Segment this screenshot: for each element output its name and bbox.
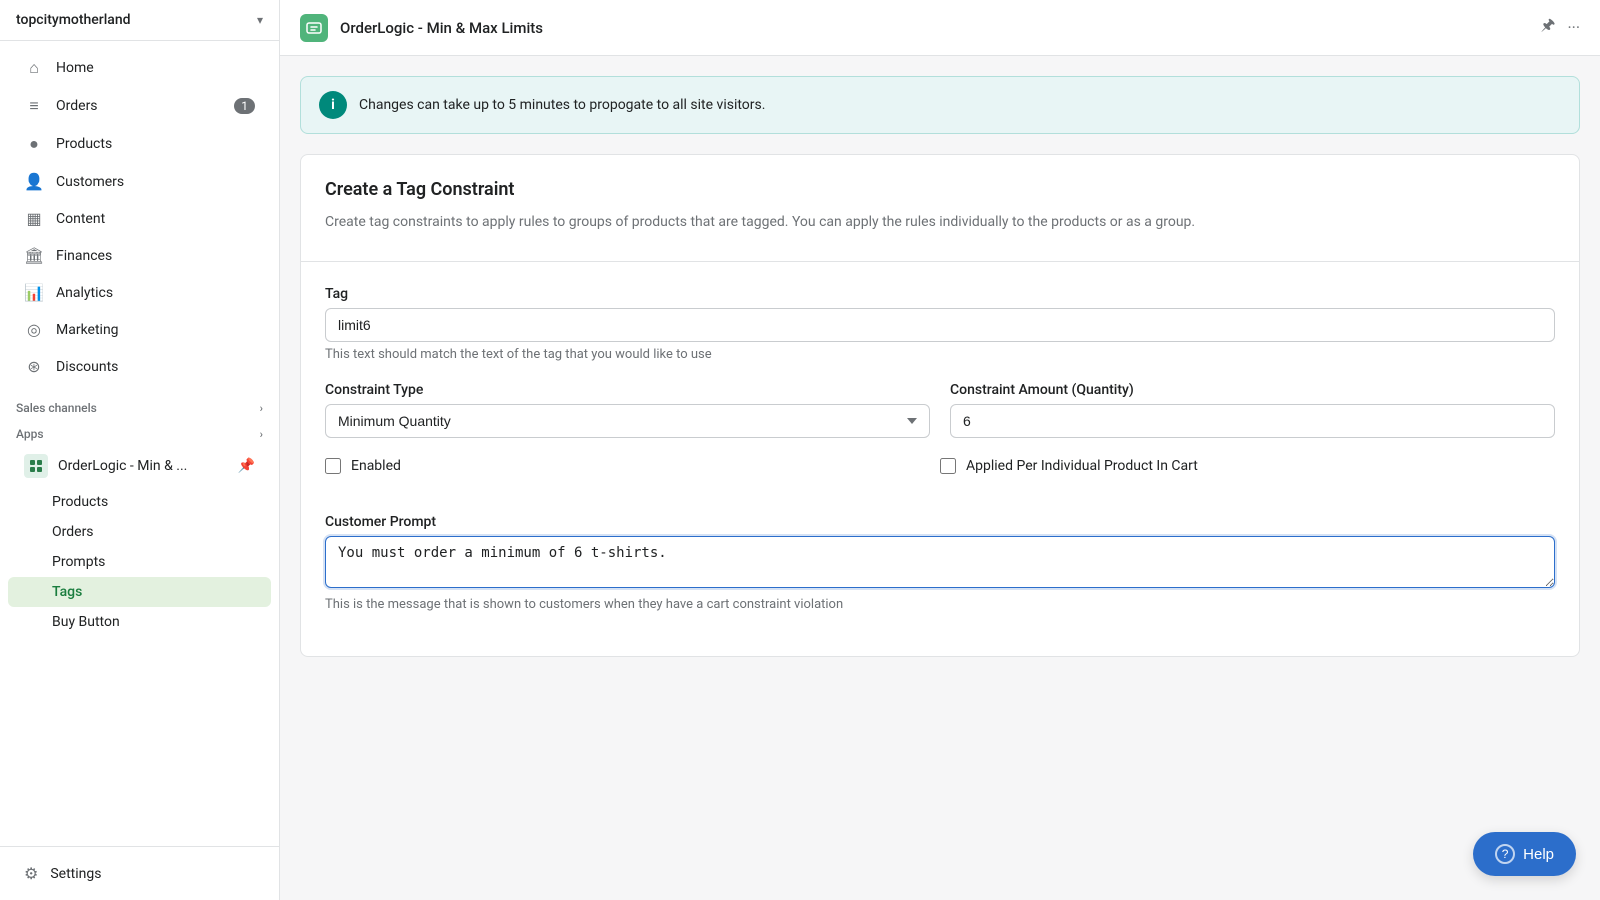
sales-channels-section[interactable]: Sales channels › xyxy=(0,393,279,419)
constraint-type-select[interactable]: Minimum Quantity Maximum Quantity xyxy=(325,404,930,438)
applied-per-product-checkbox-row: Applied Per Individual Product In Cart xyxy=(940,458,1555,474)
sidebar-item-home-label: Home xyxy=(56,60,94,76)
apps-label: Apps xyxy=(16,427,44,441)
sidebar-item-home[interactable]: ⌂ Home xyxy=(8,49,271,87)
orders-icon: ≡ xyxy=(24,96,44,116)
sidebar-item-settings-label: Settings xyxy=(50,866,101,882)
sub-nav-tags-label: Tags xyxy=(52,584,82,600)
app-orderlogic-item[interactable]: OrderLogic - Min & ... 📌 xyxy=(8,445,271,487)
create-tag-constraint-card: Create a Tag Constraint Create tag const… xyxy=(300,154,1580,657)
sidebar-item-settings[interactable]: ⚙ Settings xyxy=(8,855,271,892)
topbar-actions: 🖈 ··· xyxy=(1541,14,1580,41)
sidebar-item-finances-label: Finances xyxy=(56,248,112,264)
help-button[interactable]: ? Help xyxy=(1473,832,1576,876)
sub-nav-tags[interactable]: Tags xyxy=(8,577,271,607)
app-pin-icon: 📌 xyxy=(238,458,255,474)
settings-icon: ⚙ xyxy=(24,864,38,883)
alert-banner: i Changes can take up to 5 minutes to pr… xyxy=(300,76,1580,134)
applied-per-product-checkbox[interactable] xyxy=(940,458,956,474)
constraint-type-label: Constraint Type xyxy=(325,382,930,398)
sidebar-item-content-label: Content xyxy=(56,211,105,227)
content-area: i Changes can take up to 5 minutes to pr… xyxy=(280,56,1600,900)
alert-info-icon: i xyxy=(319,91,347,119)
sidebar-item-content[interactable]: ▦ Content xyxy=(8,200,271,237)
applied-per-product-label[interactable]: Applied Per Individual Product In Cart xyxy=(966,458,1198,474)
constraint-amount-label: Constraint Amount (Quantity) xyxy=(950,382,1555,398)
tag-hint: This text should match the text of the t… xyxy=(325,347,1555,362)
sub-nav-buy-button-label: Buy Button xyxy=(52,614,120,630)
sidebar-item-analytics[interactable]: 📊 Analytics xyxy=(8,274,271,311)
constraint-amount-input[interactable] xyxy=(950,404,1555,438)
app-name-label: OrderLogic - Min & ... xyxy=(58,458,187,474)
marketing-icon: ◎ xyxy=(24,320,44,339)
tag-label: Tag xyxy=(325,286,1555,302)
store-selector[interactable]: topcitymotherland ▾ xyxy=(0,0,279,41)
sidebar-item-products[interactable]: ● Products xyxy=(8,125,271,163)
sub-nav-orders[interactable]: Orders xyxy=(8,517,271,547)
sidebar-item-orders[interactable]: ≡ Orders 1 xyxy=(8,87,271,125)
sidebar-item-marketing[interactable]: ◎ Marketing xyxy=(8,311,271,348)
home-icon: ⌂ xyxy=(24,58,44,78)
sub-nav-orders-label: Orders xyxy=(52,524,94,540)
card-description: Create tag constraints to apply rules to… xyxy=(325,212,1555,233)
sidebar-item-discounts-label: Discounts xyxy=(56,359,118,375)
products-icon: ● xyxy=(24,134,44,154)
enabled-checkbox[interactable] xyxy=(325,458,341,474)
finances-icon: 🏛 xyxy=(24,246,44,265)
sub-nav-prompts-label: Prompts xyxy=(52,554,105,570)
constraint-row: Constraint Type Minimum Quantity Maximum… xyxy=(325,382,1555,458)
customer-prompt-label: Customer Prompt xyxy=(325,514,1555,530)
customer-prompt-hint: This is the message that is shown to cus… xyxy=(325,597,1555,612)
main-area: OrderLogic - Min & Max Limits 🖈 ··· i Ch… xyxy=(280,0,1600,900)
topbar-app-icon xyxy=(300,14,328,42)
apps-chevron-icon: › xyxy=(260,428,263,441)
constraint-type-group: Constraint Type Minimum Quantity Maximum… xyxy=(325,382,930,438)
sub-nav-prompts[interactable]: Prompts xyxy=(8,547,271,577)
sidebar-item-customers[interactable]: 👤 Customers xyxy=(8,163,271,200)
sidebar-item-orders-label: Orders xyxy=(56,98,98,114)
help-button-label: Help xyxy=(1523,846,1554,863)
sidebar-item-finances[interactable]: 🏛 Finances xyxy=(8,237,271,274)
form-divider xyxy=(301,261,1579,262)
card-title: Create a Tag Constraint xyxy=(325,179,1555,200)
sidebar-item-analytics-label: Analytics xyxy=(56,285,113,301)
topbar-title: OrderLogic - Min & Max Limits xyxy=(340,19,543,37)
enabled-label[interactable]: Enabled xyxy=(351,458,401,474)
sidebar-item-discounts[interactable]: ⊛ Discounts xyxy=(8,348,271,385)
topbar-pin-icon[interactable]: 🖈 xyxy=(1541,14,1556,41)
app-orderlogic-icon xyxy=(24,454,48,478)
orders-badge: 1 xyxy=(234,98,255,114)
alert-text: Changes can take up to 5 minutes to prop… xyxy=(359,97,765,113)
analytics-icon: 📊 xyxy=(24,283,44,302)
sub-nav-buy-button[interactable]: Buy Button xyxy=(8,607,271,637)
topbar-more-icon[interactable]: ··· xyxy=(1567,18,1580,37)
content-icon: ▦ xyxy=(24,209,44,228)
customer-prompt-group: Customer Prompt This is the message that… xyxy=(325,514,1555,612)
sidebar-item-customers-label: Customers xyxy=(56,174,124,190)
sidebar-item-products-label: Products xyxy=(56,136,112,152)
checkboxes-row: Enabled Applied Per Individual Product I… xyxy=(325,458,1555,494)
help-circle-icon: ? xyxy=(1495,844,1515,864)
tag-input[interactable] xyxy=(325,308,1555,342)
main-nav: ⌂ Home ≡ Orders 1 ● Products 👤 Customers… xyxy=(0,41,279,393)
store-selector-chevron-icon: ▾ xyxy=(257,13,263,27)
constraint-amount-group: Constraint Amount (Quantity) xyxy=(950,382,1555,438)
tag-field-group: Tag This text should match the text of t… xyxy=(325,286,1555,362)
sub-nav-products[interactable]: Products xyxy=(8,487,271,517)
store-name: topcitymotherland xyxy=(16,12,131,28)
sub-nav-products-label: Products xyxy=(52,494,108,510)
customer-prompt-textarea[interactable] xyxy=(325,536,1555,588)
sidebar: topcitymotherland ▾ ⌂ Home ≡ Orders 1 ● … xyxy=(0,0,280,900)
customers-icon: 👤 xyxy=(24,172,44,191)
enabled-checkbox-row: Enabled xyxy=(325,458,940,474)
sidebar-item-marketing-label: Marketing xyxy=(56,322,119,338)
apps-section[interactable]: Apps › xyxy=(0,419,279,445)
sales-channels-chevron-icon: › xyxy=(260,402,263,415)
topbar: OrderLogic - Min & Max Limits 🖈 ··· xyxy=(280,0,1600,56)
sales-channels-label: Sales channels xyxy=(16,401,97,415)
discounts-icon: ⊛ xyxy=(24,357,44,376)
